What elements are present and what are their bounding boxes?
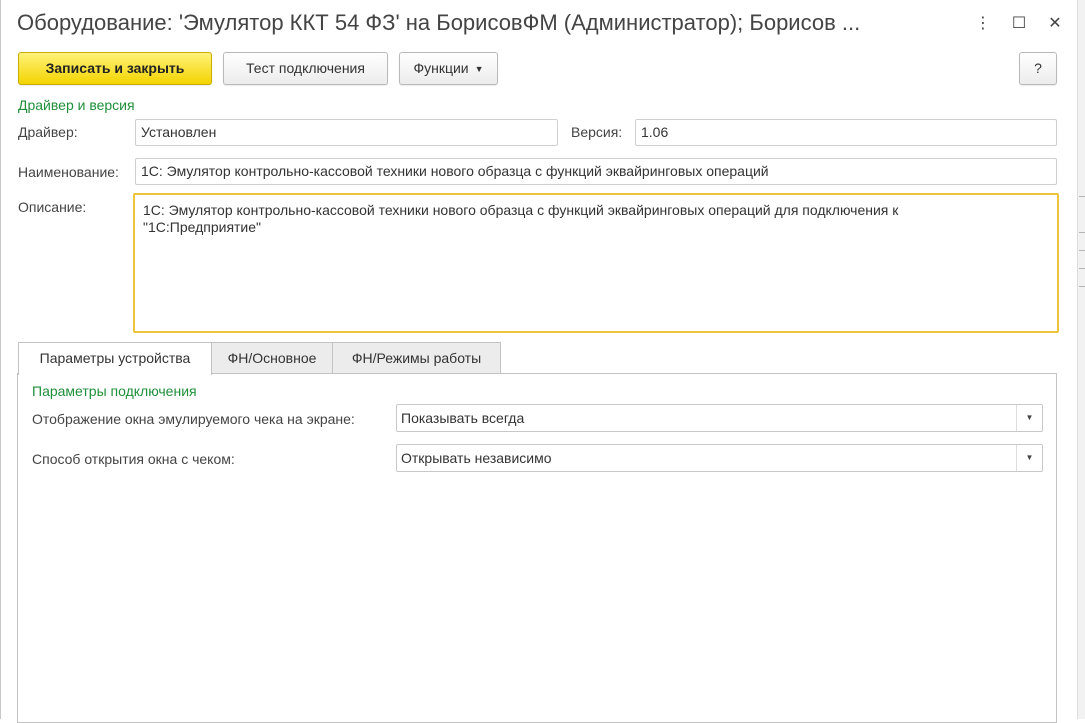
open-mode-label: Способ открытия окна с чеком:: [32, 451, 235, 467]
functions-label: Функции: [413, 60, 469, 76]
connection-group-title: Параметры подключения: [32, 383, 197, 399]
version-label: Версия:: [571, 124, 623, 140]
maximize-icon[interactable]: ☐: [1007, 10, 1031, 36]
window-title: Оборудование: 'Эмулятор ККТ 54 ФЗ' на Бо…: [17, 10, 861, 35]
display-mode-value: Показывать всегда: [401, 410, 525, 426]
equipment-form-window: Оборудование: 'Эмулятор ККТ 54 ФЗ' на Бо…: [0, 0, 1085, 723]
close-icon[interactable]: ✕: [1043, 10, 1067, 36]
description-textarea[interactable]: 1С: Эмулятор контрольно-кассовой техники…: [133, 193, 1059, 333]
functions-menu-button[interactable]: Функции ▼: [399, 52, 498, 85]
chevron-down-icon[interactable]: ▼: [1016, 445, 1042, 471]
chevron-down-icon: ▼: [474, 63, 484, 74]
open-mode-select[interactable]: Открывать независимо ▼: [396, 444, 1043, 472]
name-label: Наименование:: [18, 164, 119, 180]
driver-group-title: Драйвер и версия: [18, 97, 135, 113]
tab-fn-main[interactable]: ФН/Основное: [211, 342, 333, 374]
tab-fn-modes[interactable]: ФН/Режимы работы: [332, 342, 501, 374]
driver-label: Драйвер:: [18, 124, 78, 140]
driver-field[interactable]: Установлен: [135, 119, 558, 146]
tab-device-parameters[interactable]: Параметры устройства: [18, 342, 212, 375]
open-mode-value: Открывать независимо: [401, 450, 552, 466]
name-field[interactable]: 1С: Эмулятор контрольно-кассовой техники…: [135, 158, 1057, 185]
display-mode-select[interactable]: Показывать всегда ▼: [396, 404, 1043, 432]
chevron-down-icon[interactable]: ▼: [1016, 405, 1042, 431]
description-label: Описание:: [18, 199, 87, 215]
help-button[interactable]: ?: [1019, 52, 1057, 85]
more-icon[interactable]: ⋮: [971, 10, 995, 36]
background-window-edge: [1077, 0, 1085, 719]
display-mode-label: Отображение окна эмулируемого чека на эк…: [32, 411, 355, 427]
version-field[interactable]: 1.06: [635, 119, 1057, 146]
test-connection-button[interactable]: Тест подключения: [223, 52, 388, 85]
description-line-2: "1С:Предприятие": [143, 219, 262, 235]
save-and-close-button[interactable]: Записать и закрыть: [18, 52, 212, 85]
device-parameters-panel: Параметры подключения Отображение окна э…: [17, 373, 1057, 723]
description-line-1: 1С: Эмулятор контрольно-кассовой техники…: [143, 202, 899, 218]
